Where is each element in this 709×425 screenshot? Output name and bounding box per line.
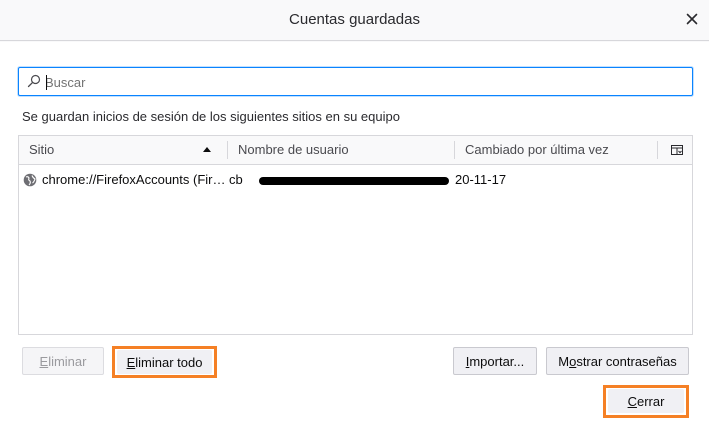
close-dialog-button[interactable] — [681, 8, 703, 30]
remove-button[interactable]: Eliminar — [22, 347, 104, 375]
text-caret — [46, 75, 47, 90]
search-box[interactable] — [18, 67, 693, 96]
dialog-titlebar: Cuentas guardadas — [0, 0, 709, 41]
column-header-label: Nombre de usuario — [238, 142, 349, 157]
table-row[interactable]: chrome://FirefoxAccounts (Fir… cb 20-11-… — [19, 165, 692, 195]
close-button[interactable]: Cerrar — [608, 389, 684, 413]
description-text: Se guardan inicios de sesión de los sigu… — [22, 109, 400, 124]
changed-cell: 20-11-17 — [455, 172, 507, 187]
redaction-mark — [259, 177, 449, 185]
table-header: Sitio Nombre de usuario Cambiado por últ… — [19, 136, 692, 165]
globe-icon — [23, 173, 37, 187]
sort-ascending-icon — [203, 147, 211, 152]
column-header-site[interactable]: Sitio — [19, 136, 226, 164]
column-header-changed[interactable]: Cambiado por última vez — [455, 136, 657, 164]
site-cell: chrome://FirefoxAccounts (Fir… — [42, 172, 224, 187]
column-header-username[interactable]: Nombre de usuario — [228, 136, 454, 164]
dialog-title: Cuentas guardadas — [289, 11, 420, 28]
column-header-label: Cambiado por última vez — [465, 142, 609, 157]
column-picker-icon[interactable] — [671, 144, 683, 156]
search-icon — [27, 74, 41, 88]
column-separator[interactable] — [657, 141, 658, 159]
show-passwords-button[interactable]: Mo strar contraseñas — [546, 347, 689, 375]
remove-all-button[interactable]: Eliminar todo — [117, 350, 212, 374]
username-cell: cb — [229, 172, 243, 187]
close-icon — [686, 13, 698, 25]
column-header-label: Sitio — [29, 142, 55, 157]
search-input[interactable] — [45, 71, 685, 93]
dialog-content: Se guardan inicios de sesión de los sigu… — [0, 42, 709, 425]
import-button[interactable]: Importar... — [453, 347, 537, 375]
saved-logins-dialog: Cuentas guardadas Se guardan inicios de … — [0, 0, 709, 425]
logins-table[interactable]: Sitio Nombre de usuario Cambiado por últ… — [18, 135, 693, 335]
